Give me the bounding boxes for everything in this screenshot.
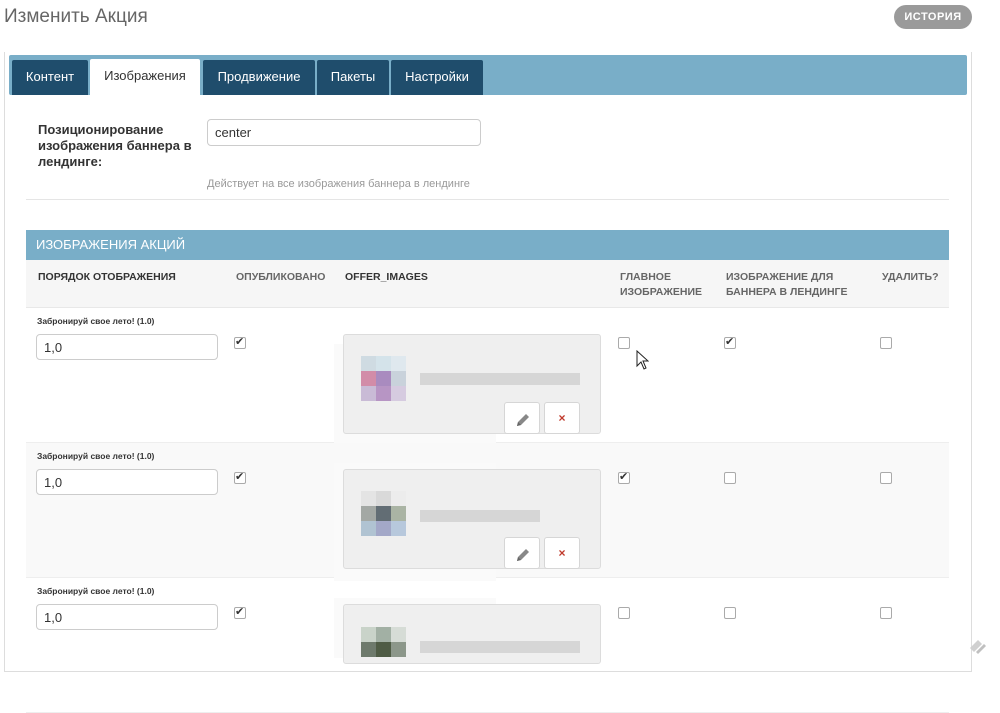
banner-image-checkbox[interactable]	[724, 607, 736, 619]
column-header-order: ПОРЯДОК ОТОБРАЖЕНИЯ	[38, 271, 176, 283]
edit-button[interactable]	[504, 537, 540, 569]
tab-settings[interactable]: Настройки	[391, 60, 483, 95]
divider	[26, 199, 949, 200]
banner-image-checkbox[interactable]	[724, 472, 736, 484]
delete-button[interactable]: ×	[544, 402, 580, 434]
history-button[interactable]: ИСТОРИЯ	[894, 5, 972, 29]
delete-checkbox[interactable]	[880, 337, 892, 349]
row-title: Забронируй свое лето! (1.0)	[37, 451, 155, 461]
close-icon: ×	[558, 546, 566, 560]
blurred-filename	[420, 510, 540, 522]
close-icon: ×	[558, 411, 566, 425]
offer-image-box	[343, 604, 601, 664]
page-title: Изменить Акция	[4, 6, 148, 27]
main-image-checkbox[interactable]	[618, 470, 630, 484]
banner-image-checkbox[interactable]	[724, 335, 736, 349]
image-thumbnail	[361, 356, 406, 401]
pencil-icon	[517, 549, 529, 561]
pencil-icon	[517, 414, 529, 426]
banner-position-help: Действует на все изображения баннера в л…	[207, 178, 470, 190]
main-image-checkbox[interactable]	[618, 607, 630, 619]
tab-packages[interactable]: Пакеты	[317, 60, 389, 95]
offer-image-box: ×	[343, 334, 601, 434]
table-row: Забронируй свое лето! (1.0) ×	[26, 308, 949, 450]
published-checkbox[interactable]	[234, 335, 246, 349]
order-input[interactable]	[36, 334, 218, 360]
table-row: Забронируй свое лето! (1.0) ×	[26, 443, 949, 581]
row-title: Забронируй свое лето! (1.0)	[37, 586, 155, 596]
delete-checkbox[interactable]	[880, 607, 892, 619]
tab-images[interactable]: Изображения	[90, 59, 200, 95]
published-checkbox[interactable]	[234, 470, 246, 484]
blurred-filename	[420, 373, 580, 385]
edit-button[interactable]	[504, 402, 540, 434]
column-header-delete: УДАЛИТЬ?	[882, 271, 939, 283]
order-input[interactable]	[36, 604, 218, 630]
table-row: Забронируй свое лето! (1.0)	[26, 578, 949, 713]
delete-checkbox[interactable]	[880, 472, 892, 484]
row-title: Забронируй свое лето! (1.0)	[37, 316, 155, 326]
tab-bar: Контент Изображения Продвижение Пакеты Н…	[9, 55, 967, 95]
column-header-banner-image: ИЗОБРАЖЕНИЕ ДЛЯ БАННЕРА В ЛЕНДИНГЕ	[726, 271, 848, 298]
column-header-main-image: ГЛАВНОЕ ИЗОБРАЖЕНИЕ	[620, 271, 702, 298]
tab-promotion[interactable]: Продвижение	[203, 60, 315, 95]
column-header-offer-images: OFFER_IMAGES	[345, 271, 428, 283]
offer-image-box: ×	[343, 469, 601, 569]
tab-content[interactable]: Контент	[12, 60, 88, 95]
delete-button[interactable]: ×	[544, 537, 580, 569]
corner-logo-icon	[970, 640, 986, 654]
column-header-published: ОПУБЛИКОВАНО	[236, 271, 326, 283]
inline-section-title: ИЗОБРАЖЕНИЯ АКЦИЙ	[26, 230, 949, 260]
main-image-checkbox[interactable]	[618, 337, 630, 349]
order-input[interactable]	[36, 469, 218, 495]
banner-position-label: Позиционирование изображения баннера в л…	[38, 122, 192, 169]
published-checkbox[interactable]	[234, 605, 246, 619]
banner-position-input[interactable]	[207, 119, 481, 146]
image-thumbnail	[361, 627, 406, 657]
mouse-cursor-icon	[636, 350, 649, 370]
table-header: ПОРЯДОК ОТОБРАЖЕНИЯ ОПУБЛИКОВАНО OFFER_I…	[26, 260, 949, 308]
image-thumbnail	[361, 491, 406, 536]
blurred-filename	[420, 641, 580, 653]
